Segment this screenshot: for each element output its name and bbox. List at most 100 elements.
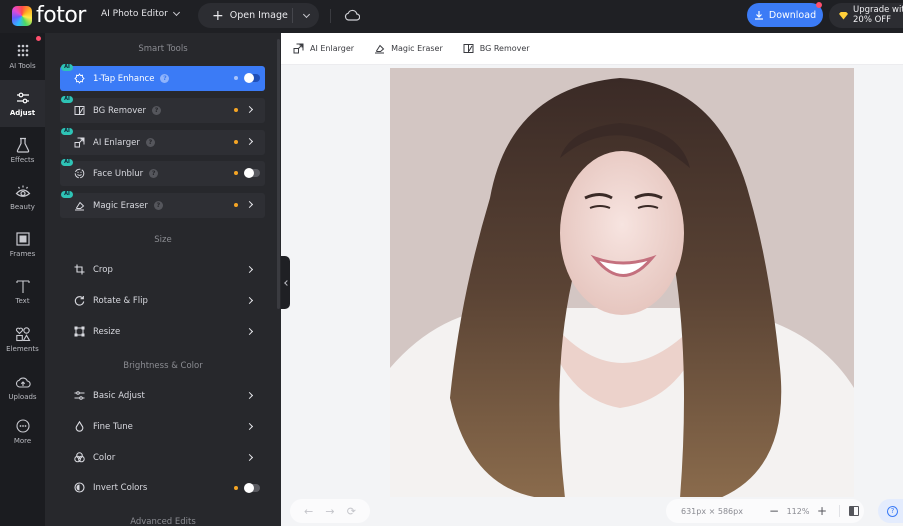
chevron-down-icon (302, 10, 310, 18)
quick-tool-label: BG Remover (479, 44, 530, 53)
more-dots-icon (15, 419, 30, 433)
tool-bg-remover[interactable]: AI BG Remover ? (60, 96, 265, 123)
resize-icon (74, 326, 85, 337)
tool-label: Rotate & Flip (93, 295, 148, 306)
rail-item-frames[interactable]: Frames (0, 221, 45, 268)
tool-magic-eraser[interactable]: AI Magic Eraser ? (60, 191, 265, 218)
tool-label: Invert Colors (93, 482, 148, 493)
quick-tool-magic-eraser[interactable]: Magic Eraser (374, 43, 443, 54)
quick-tool-label: AI Enlarger (310, 44, 355, 53)
undo-button[interactable]: ← (304, 505, 313, 518)
tool-basic-adjust[interactable]: Basic Adjust (60, 383, 265, 408)
grid-dots-icon (17, 44, 28, 57)
rail-item-text[interactable]: Text (0, 268, 45, 315)
rail-item-more[interactable]: More (0, 408, 45, 455)
tool-fine-tune[interactable]: Fine Tune (60, 414, 265, 439)
chevron-right-icon (245, 137, 254, 146)
open-image-button[interactable]: + Open Image (198, 3, 292, 28)
left-rail: AI Tools Adjust Effects Beauty Frames Te… (0, 33, 45, 526)
diamond-icon (839, 11, 848, 20)
top-bar: fotor AI Photo Editor + Open Image Downl… (0, 0, 903, 33)
tool-face-unblur[interactable]: AI Face Unblur ? (60, 159, 265, 186)
tool-invert-colors[interactable]: Invert Colors (60, 475, 265, 500)
bg-remover-icon (463, 44, 474, 53)
collapse-panel-button[interactable] (281, 256, 290, 309)
rail-label: Text (15, 297, 30, 305)
open-image-dropdown[interactable] (293, 3, 319, 28)
rail-item-uploads[interactable]: Uploads (0, 364, 45, 411)
tool-resize[interactable]: Resize (60, 319, 265, 344)
chevron-left-icon (283, 279, 290, 286)
help-icon[interactable]: ? (145, 138, 155, 147)
cloud-sync-icon[interactable] (344, 8, 360, 22)
photo-canvas[interactable] (390, 68, 854, 497)
tool-ai-enlarger[interactable]: AI AI Enlarger ? (60, 128, 265, 155)
quick-tool-label: Magic Eraser (391, 44, 443, 53)
tool-label: Basic Adjust (93, 390, 145, 401)
face-unblur-toggle[interactable] (244, 168, 260, 178)
divider (839, 505, 840, 517)
tool-label: Color (93, 452, 116, 463)
tool-label: BG Remover (93, 105, 146, 116)
help-button[interactable]: ? (878, 499, 903, 523)
fotor-logo[interactable]: fotor (12, 4, 86, 28)
sliders-icon (74, 390, 85, 401)
chevron-down-icon (172, 8, 180, 17)
redo-button[interactable]: → (325, 505, 334, 518)
chevron-right-icon (245, 265, 254, 274)
tool-label: AI Enlarger (93, 137, 140, 148)
status-dot (234, 171, 238, 175)
tool-crop[interactable]: Crop (60, 257, 265, 282)
enhance-toggle[interactable] (244, 73, 260, 83)
status-dot (234, 486, 238, 490)
tool-1-tap-enhance[interactable]: AI 1-Tap Enhance ? (60, 64, 265, 91)
shapes-icon (15, 327, 30, 342)
tool-label: Magic Eraser (93, 200, 148, 211)
rotate-icon (74, 295, 85, 306)
rail-label: Uploads (8, 393, 37, 401)
tool-label: Fine Tune (93, 421, 133, 432)
status-dot (234, 203, 238, 207)
canvas-area: AI Enlarger Magic Eraser BG Remover ← → … (281, 33, 903, 526)
section-title-advanced-edits: Advanced Edits (130, 517, 196, 526)
app-menu-label: AI Photo Editor (101, 9, 168, 19)
compare-icon[interactable] (849, 506, 859, 516)
status-dot (234, 108, 238, 112)
quick-tool-ai-enlarger[interactable]: AI Enlarger (293, 43, 354, 54)
tool-rotate-flip[interactable]: Rotate & Flip (60, 288, 265, 313)
upgrade-button[interactable]: Upgrade with 20% OFF (829, 3, 903, 28)
face-icon (74, 168, 85, 179)
download-icon (754, 11, 763, 20)
image-dimensions: 631px × 586px (681, 506, 743, 516)
zoom-level[interactable]: 112% (782, 507, 814, 516)
zoom-out-button[interactable]: − (766, 504, 782, 518)
tool-color[interactable]: Color (60, 445, 265, 470)
rail-item-effects[interactable]: Effects (0, 127, 45, 174)
help-icon[interactable]: ? (149, 169, 159, 178)
rail-item-elements[interactable]: Elements (0, 316, 45, 363)
rail-item-beauty[interactable]: Beauty (0, 174, 45, 221)
zoom-controls: 631px × 586px − 112% + (666, 499, 864, 523)
help-icon[interactable]: ? (151, 106, 161, 115)
help-icon[interactable]: ? (153, 201, 163, 210)
rail-item-adjust[interactable]: Adjust (0, 80, 45, 127)
chevron-right-icon (245, 105, 254, 114)
rail-label: More (13, 437, 32, 445)
history-button[interactable]: ⟳ (347, 505, 356, 518)
crop-icon (74, 264, 85, 275)
invert-colors-toggle[interactable] (244, 483, 260, 493)
chevron-right-icon (245, 200, 254, 209)
zoom-in-button[interactable]: + (814, 504, 830, 518)
ai-badge: AI (61, 96, 73, 103)
cloud-upload-icon (15, 377, 31, 388)
quick-tool-bg-remover[interactable]: BG Remover (463, 43, 530, 54)
tool-label: 1-Tap Enhance (93, 73, 155, 84)
rail-label: Effects (10, 156, 35, 164)
app-menu-dropdown[interactable]: AI Photo Editor (101, 8, 180, 19)
quick-tools-bar: AI Enlarger Magic Eraser BG Remover (281, 33, 903, 65)
notification-dot (36, 36, 41, 41)
help-icon[interactable]: ? (160, 74, 170, 83)
download-button[interactable]: Download (747, 2, 823, 27)
panel-scrollbar[interactable] (277, 39, 280, 309)
ai-badge: AI (61, 128, 73, 135)
